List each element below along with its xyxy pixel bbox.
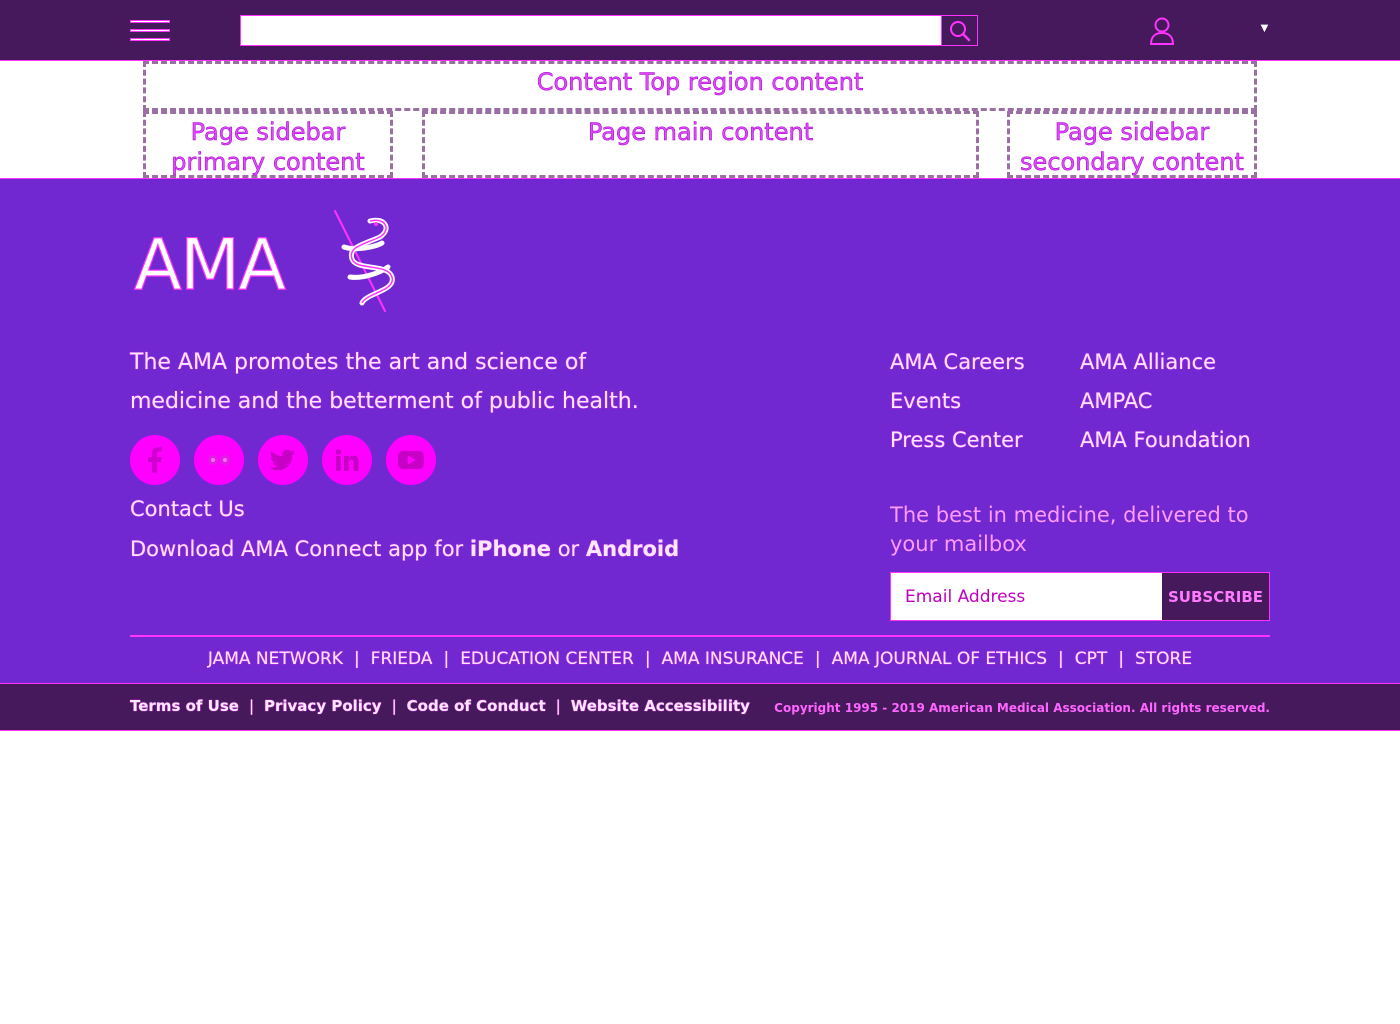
download-app-or: or [551, 537, 586, 561]
newsletter-form: SUBSCRIBE [890, 572, 1270, 621]
code-of-conduct-link[interactable]: Code of Conduct [407, 697, 546, 715]
svg-text:AMA: AMA [134, 224, 286, 306]
download-app-text: Download AMA Connect app for iPhone or A… [130, 537, 679, 561]
press-center-link[interactable]: Press Center [890, 421, 1080, 460]
user-icon[interactable] [1148, 16, 1176, 46]
site-footer: AMA The AMA promotes the art and science… [0, 178, 1400, 683]
copyright-text: Copyright 1995 - 2019 American Medical A… [774, 701, 1270, 715]
ama-foundation-link[interactable]: AMA Foundation [1080, 421, 1270, 460]
hamburger-icon[interactable] [130, 20, 170, 42]
main-content-region: Page main content [422, 111, 979, 178]
frieda-link[interactable]: FRIEDA [371, 649, 433, 669]
iphone-link[interactable]: iPhone [470, 537, 551, 561]
terms-of-use-link[interactable]: Terms of Use [130, 697, 239, 715]
privacy-policy-link[interactable]: Privacy Policy [264, 697, 382, 715]
chevron-down-icon[interactable]: ▼ [1258, 20, 1271, 35]
separator: | [644, 649, 651, 669]
download-app-prefix: Download AMA Connect app for [130, 537, 470, 561]
separator: | [443, 649, 450, 669]
social-links [130, 435, 436, 485]
footer-tagline: The AMA promotes the art and science of … [130, 350, 639, 414]
facebook-icon[interactable] [130, 435, 180, 485]
separator: | [555, 697, 561, 715]
sidebar-secondary-region: Page sidebar secondary content [1007, 111, 1257, 178]
store-link[interactable]: STORE [1135, 649, 1192, 669]
ampac-link[interactable]: AMPAC [1080, 382, 1270, 421]
search-button[interactable] [941, 15, 978, 46]
footer-divider [130, 635, 1270, 637]
youtube-icon[interactable] [386, 435, 436, 485]
separator: | [353, 649, 360, 669]
jama-network-link[interactable]: JAMA NETWORK [208, 649, 343, 669]
education-center-link[interactable]: EDUCATION CENTER [460, 649, 634, 669]
newsletter-text: The best in medicine, delivered to your … [890, 503, 1249, 556]
separator: | [248, 697, 254, 715]
website-accessibility-link[interactable]: Website Accessibility [571, 697, 750, 715]
linkedin-icon[interactable] [322, 435, 372, 485]
contact-us-link[interactable]: Contact Us [130, 497, 245, 521]
ama-careers-link[interactable]: AMA Careers [890, 343, 1080, 382]
flickr-icon[interactable] [194, 435, 244, 485]
network-links: JAMA NETWORK | FRIEDA | EDUCATION CENTER | AMA… [0, 649, 1400, 669]
separator: | [814, 649, 821, 669]
ama-alliance-link[interactable]: AMA Alliance [1080, 343, 1270, 382]
legal-bar: Terms of Use | Privacy Policy | Code of Cond… [0, 683, 1400, 731]
events-link[interactable]: Events [890, 382, 1080, 421]
legal-links: Terms of Use | Privacy Policy | Code of Cond… [130, 697, 750, 715]
footer-links: AMA Careers AMA Alliance Events AMPAC Pr… [890, 343, 1270, 460]
sidebar-primary-region: Page sidebar primary content [143, 111, 393, 178]
separator: | [1058, 649, 1064, 669]
search-input[interactable] [240, 15, 941, 46]
ama-journal-of-ethics-link[interactable]: AMA JOURNAL OF ETHICS [832, 649, 1047, 669]
search-icon [949, 20, 970, 41]
ama-insurance-link[interactable]: AMA INSURANCE [662, 649, 804, 669]
separator: | [1118, 649, 1124, 669]
email-field[interactable] [891, 573, 1162, 620]
separator: | [391, 697, 397, 715]
top-navigation-bar: ▼ [0, 0, 1400, 61]
content-top-region: Content Top region content [143, 61, 1257, 111]
twitter-icon[interactable] [258, 435, 308, 485]
cpt-link[interactable]: CPT [1075, 649, 1108, 669]
ama-logo[interactable]: AMA [130, 207, 400, 317]
android-link[interactable]: Android [586, 537, 679, 561]
subscribe-button[interactable]: SUBSCRIBE [1162, 573, 1269, 620]
